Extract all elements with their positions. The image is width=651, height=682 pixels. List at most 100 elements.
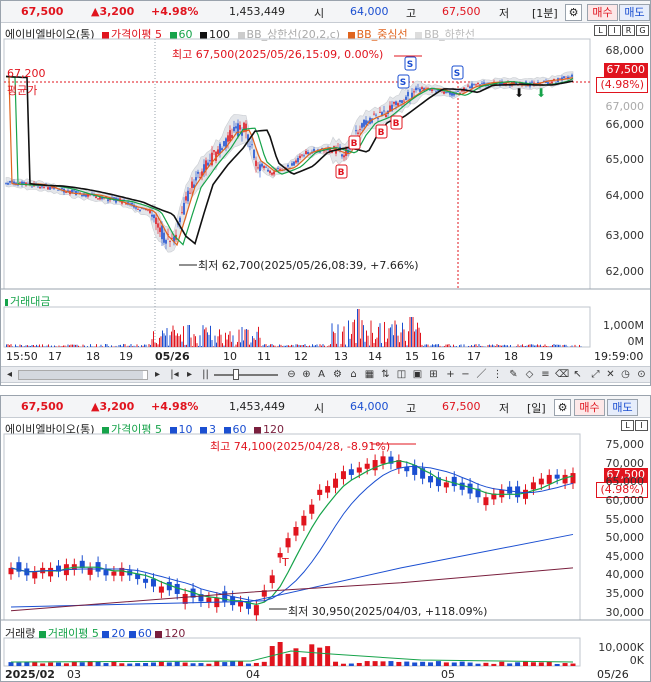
settings-icon[interactable]: ⚙ — [331, 369, 344, 381]
zoom-slider[interactable] — [214, 374, 278, 376]
indicator-icon[interactable]: ⌂ — [347, 369, 360, 381]
trendline-icon[interactable]: ／ — [475, 369, 488, 381]
scroll-left-icon[interactable]: ◂ — [3, 369, 16, 381]
volume-bar — [166, 662, 172, 666]
volume-bar — [345, 344, 346, 347]
volume-bar — [554, 663, 560, 666]
candle — [269, 575, 275, 584]
candle — [41, 186, 43, 188]
volume-bar — [463, 344, 465, 347]
order-icon[interactable]: ◫ — [395, 369, 408, 381]
volume-bar — [426, 344, 427, 347]
layout-icon[interactable]: ▦ — [363, 369, 376, 381]
volume-bar — [381, 342, 382, 347]
volume-bar — [282, 346, 283, 347]
first-page-icon[interactable]: |◂ — [168, 369, 181, 381]
candle — [546, 474, 552, 484]
volume-bar — [321, 345, 322, 347]
candle — [150, 578, 156, 587]
expand-icon[interactable]: ⤢ — [589, 369, 602, 381]
volume-bar — [547, 346, 549, 347]
volume-bar — [153, 331, 154, 347]
candle — [475, 84, 477, 86]
volume-bar — [211, 340, 213, 347]
volume-bar — [177, 333, 178, 347]
candle — [364, 463, 370, 469]
volume-bar — [348, 663, 354, 666]
volume-bar — [507, 345, 508, 347]
candle — [293, 161, 295, 166]
volume-bar — [456, 346, 457, 347]
candle — [169, 240, 171, 242]
candle — [267, 169, 269, 172]
zoom-in-icon[interactable]: ⊕ — [300, 369, 313, 381]
volume-bar — [280, 344, 282, 347]
vline-icon[interactable]: ⋮ — [491, 369, 504, 381]
volume-bar — [9, 345, 10, 347]
volume-bar — [304, 344, 306, 347]
scrollbar-track[interactable] — [18, 370, 148, 380]
vol-ma-line — [10, 650, 574, 663]
draw-icon[interactable]: ✎ — [507, 369, 520, 381]
candle — [51, 187, 53, 189]
volume-bar — [135, 346, 136, 347]
scrollbar-thumb[interactable] — [19, 371, 143, 379]
candle — [131, 202, 133, 205]
volume-bar — [388, 661, 394, 666]
zoom-out-icon[interactable]: ⊖ — [285, 369, 298, 381]
alert-icon[interactable]: ▣ — [411, 369, 424, 381]
pause-icon[interactable]: || — [199, 369, 212, 381]
candle — [181, 212, 183, 214]
candle — [9, 180, 11, 183]
volume-bar — [499, 661, 505, 666]
fib-icon[interactable]: ≡ — [539, 369, 552, 381]
candle — [471, 83, 473, 89]
grid-icon[interactable]: ⊞ — [427, 369, 440, 381]
volume-bar — [163, 333, 165, 347]
volume-bar — [28, 345, 30, 347]
zoom-slider-thumb[interactable] — [233, 369, 239, 380]
volume-bar — [230, 661, 236, 666]
candle — [317, 489, 323, 495]
volume-bar — [454, 346, 456, 347]
shape-icon[interactable]: ◇ — [523, 369, 536, 381]
volume-bar — [43, 346, 45, 347]
scroll-right-icon[interactable]: ▸ — [151, 369, 164, 381]
volume-bar — [235, 344, 237, 347]
candle — [191, 181, 193, 188]
candle — [239, 125, 241, 130]
hline-icon[interactable]: − — [459, 369, 472, 381]
intraday-chart-panel: 67,500 ▲3,200 +4.98% 1,453,449 시 64,000 … — [0, 0, 651, 386]
volume-bar — [220, 334, 222, 347]
volume-bar — [467, 662, 473, 666]
crosshair-icon[interactable]: + — [444, 369, 457, 381]
compare-icon[interactable]: ⇅ — [379, 369, 392, 381]
candle — [187, 190, 189, 202]
ma5-line — [5, 76, 574, 247]
lock-icon[interactable]: ⊙ — [635, 369, 648, 381]
volume-bar — [193, 334, 195, 347]
volume-bar — [475, 663, 481, 666]
volume-bar — [190, 663, 196, 666]
volume-bar — [522, 344, 523, 347]
cross-tool-icon[interactable]: ✕ — [604, 369, 617, 381]
volume-bar — [285, 653, 291, 666]
y-tick: 30,000 — [605, 605, 645, 619]
volume-bar — [196, 343, 198, 347]
play-icon[interactable]: ▸ — [183, 369, 196, 381]
volume-bar — [94, 346, 96, 347]
candle — [217, 149, 219, 155]
volume-bar — [127, 663, 133, 666]
volume-bar — [451, 662, 457, 666]
cursor-icon[interactable]: ↖ — [571, 369, 584, 381]
volume-bar — [352, 322, 354, 347]
text-tool-icon[interactable]: A — [315, 369, 328, 381]
candle — [65, 192, 67, 194]
volume-bar — [474, 344, 475, 347]
clock-icon[interactable]: ◷ — [619, 369, 632, 381]
y-tick: 66,000 — [605, 118, 645, 131]
volume-bar — [27, 345, 28, 347]
candle — [305, 151, 307, 155]
erase-icon[interactable]: ⌫ — [555, 369, 569, 381]
volume-bar — [72, 344, 73, 347]
